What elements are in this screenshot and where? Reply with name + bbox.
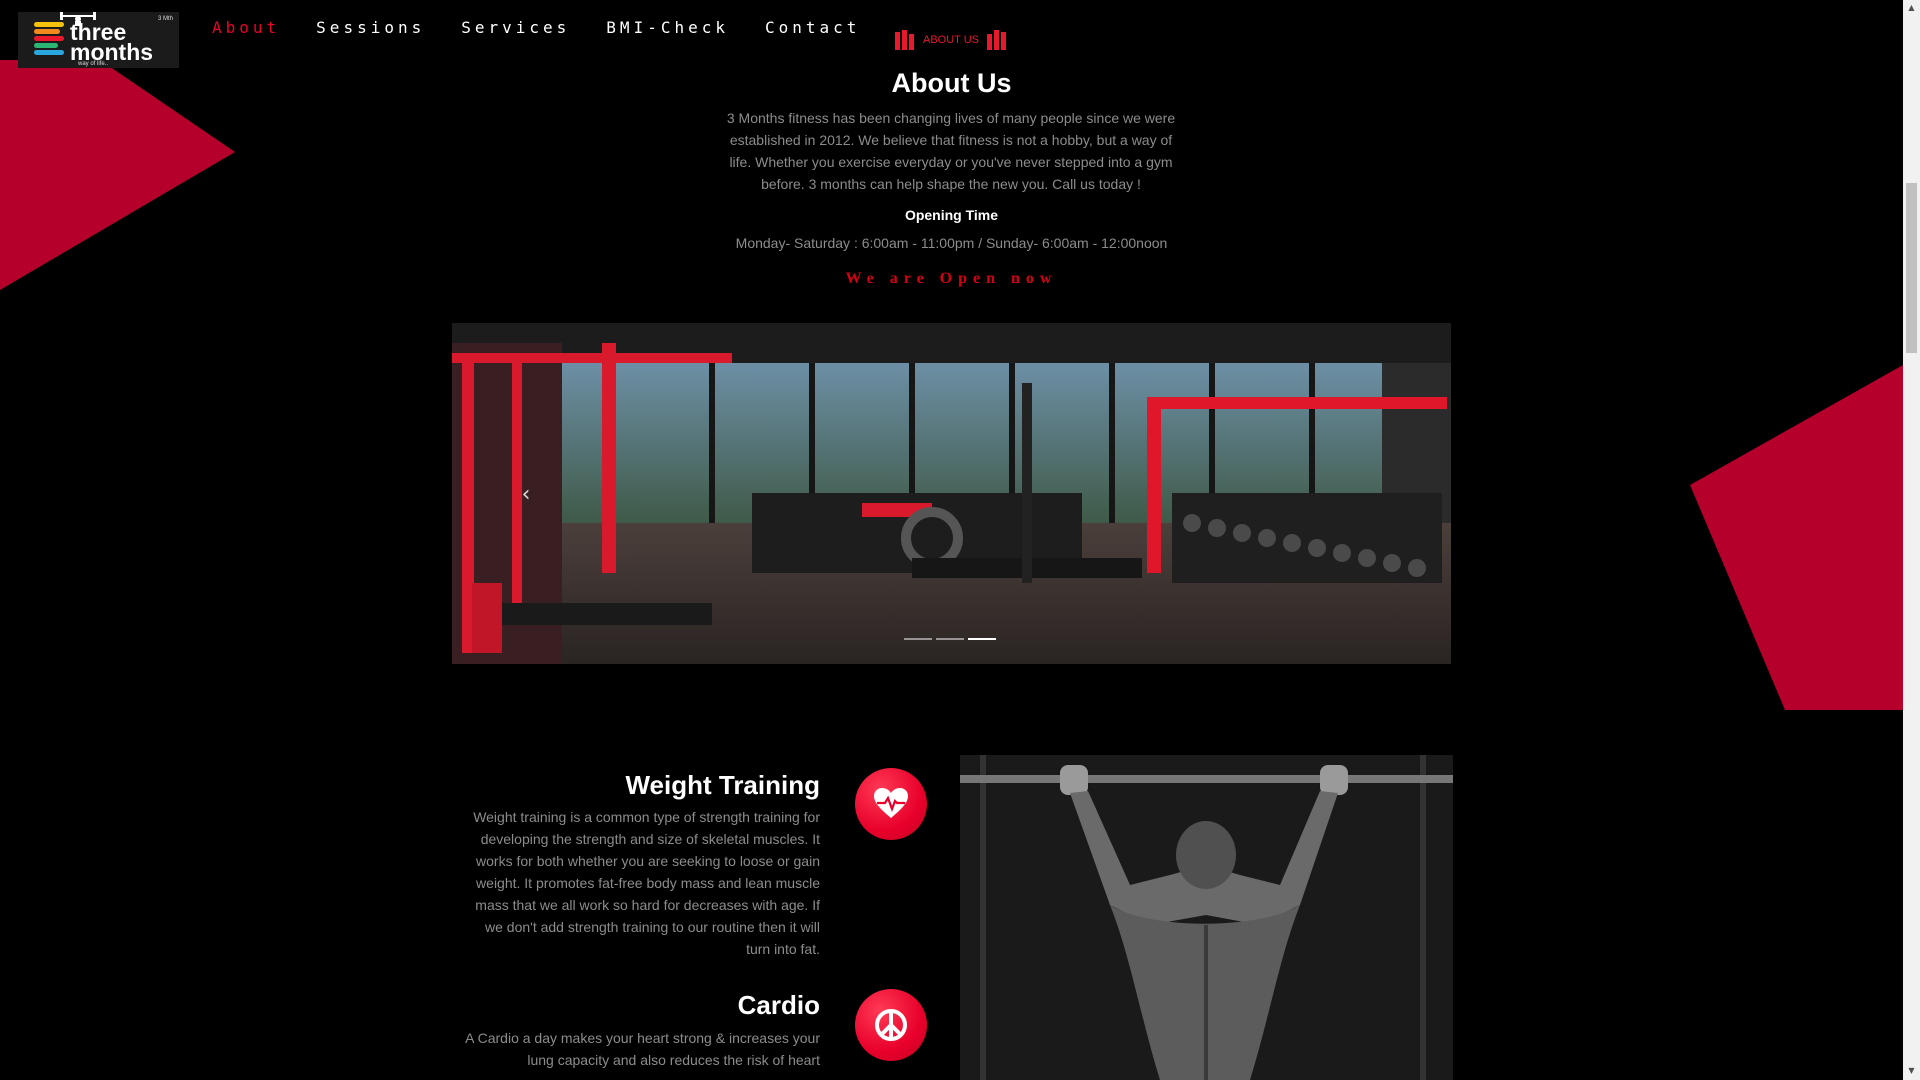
nav-item-about[interactable]: About [212,18,280,37]
feature-text-weight-training: Weight training is a common type of stre… [473,809,820,957]
scroll-down-arrow-icon[interactable]: ▼ [1906,1066,1917,1076]
scrollbar-thumb[interactable] [1906,183,1917,353]
logo-wordmark: three months [70,19,154,65]
decorative-polygon-right [1690,365,1903,710]
nav-item-contact[interactable]: Contact [765,18,860,37]
logo-stripes [34,22,66,58]
scroll-up-arrow-icon[interactable]: ▲ [1906,3,1917,13]
gym-carousel[interactable]: ‹ [452,323,1451,664]
feature-icon-weight-training [855,768,927,840]
bars-icon [987,30,1007,50]
feature-title-cardio: Cardio [737,990,820,1020]
carousel-indicator[interactable] [904,638,932,640]
opening-hours: Monday- Saturday : 6:00am - 11:00pm / Su… [735,235,1168,251]
about-title: About Us [891,68,1012,98]
logo-mini-mark: 3 Mth [157,16,173,22]
athlete-photo [960,755,1453,1080]
carousel-indicator[interactable] [936,638,964,640]
nav-item-services[interactable]: Services [461,18,570,37]
peace-icon [875,1009,907,1041]
about-kicker-label: ABOUT US [922,34,980,46]
carousel-prev-icon[interactable]: ‹ [514,483,538,507]
opening-time-title: Opening Time [904,207,999,223]
bars-icon [895,30,915,50]
nav-item-sessions[interactable]: Sessions [316,18,425,37]
scrollbar[interactable] [1903,0,1920,1080]
pullup-athlete-image [960,755,1453,1080]
logo-tagline: way of life.. [78,61,109,67]
about-description: 3 Months fitness has been changing lives… [726,110,1176,192]
about-kicker: ABOUT US [895,30,1007,50]
brand-logo[interactable]: three months way of life.. 3 Mth [18,12,179,68]
main-nav: About Sessions Services BMI-Check Contac… [212,18,896,37]
feature-icon-cardio [855,989,927,1061]
carousel-indicators [904,638,996,640]
page: three months way of life.. 3 Mth About S… [0,0,1903,1080]
feature-title-weight-training: Weight Training [625,770,820,800]
open-status: We are Open now [845,270,1058,287]
heartbeat-icon [874,788,908,818]
gym-interior-image [452,323,1451,664]
carousel-indicator-active[interactable] [968,638,996,640]
nav-item-bmi-check[interactable]: BMI-Check [606,18,729,37]
feature-text-cardio: A Cardio a day makes your heart strong &… [465,1030,820,1068]
